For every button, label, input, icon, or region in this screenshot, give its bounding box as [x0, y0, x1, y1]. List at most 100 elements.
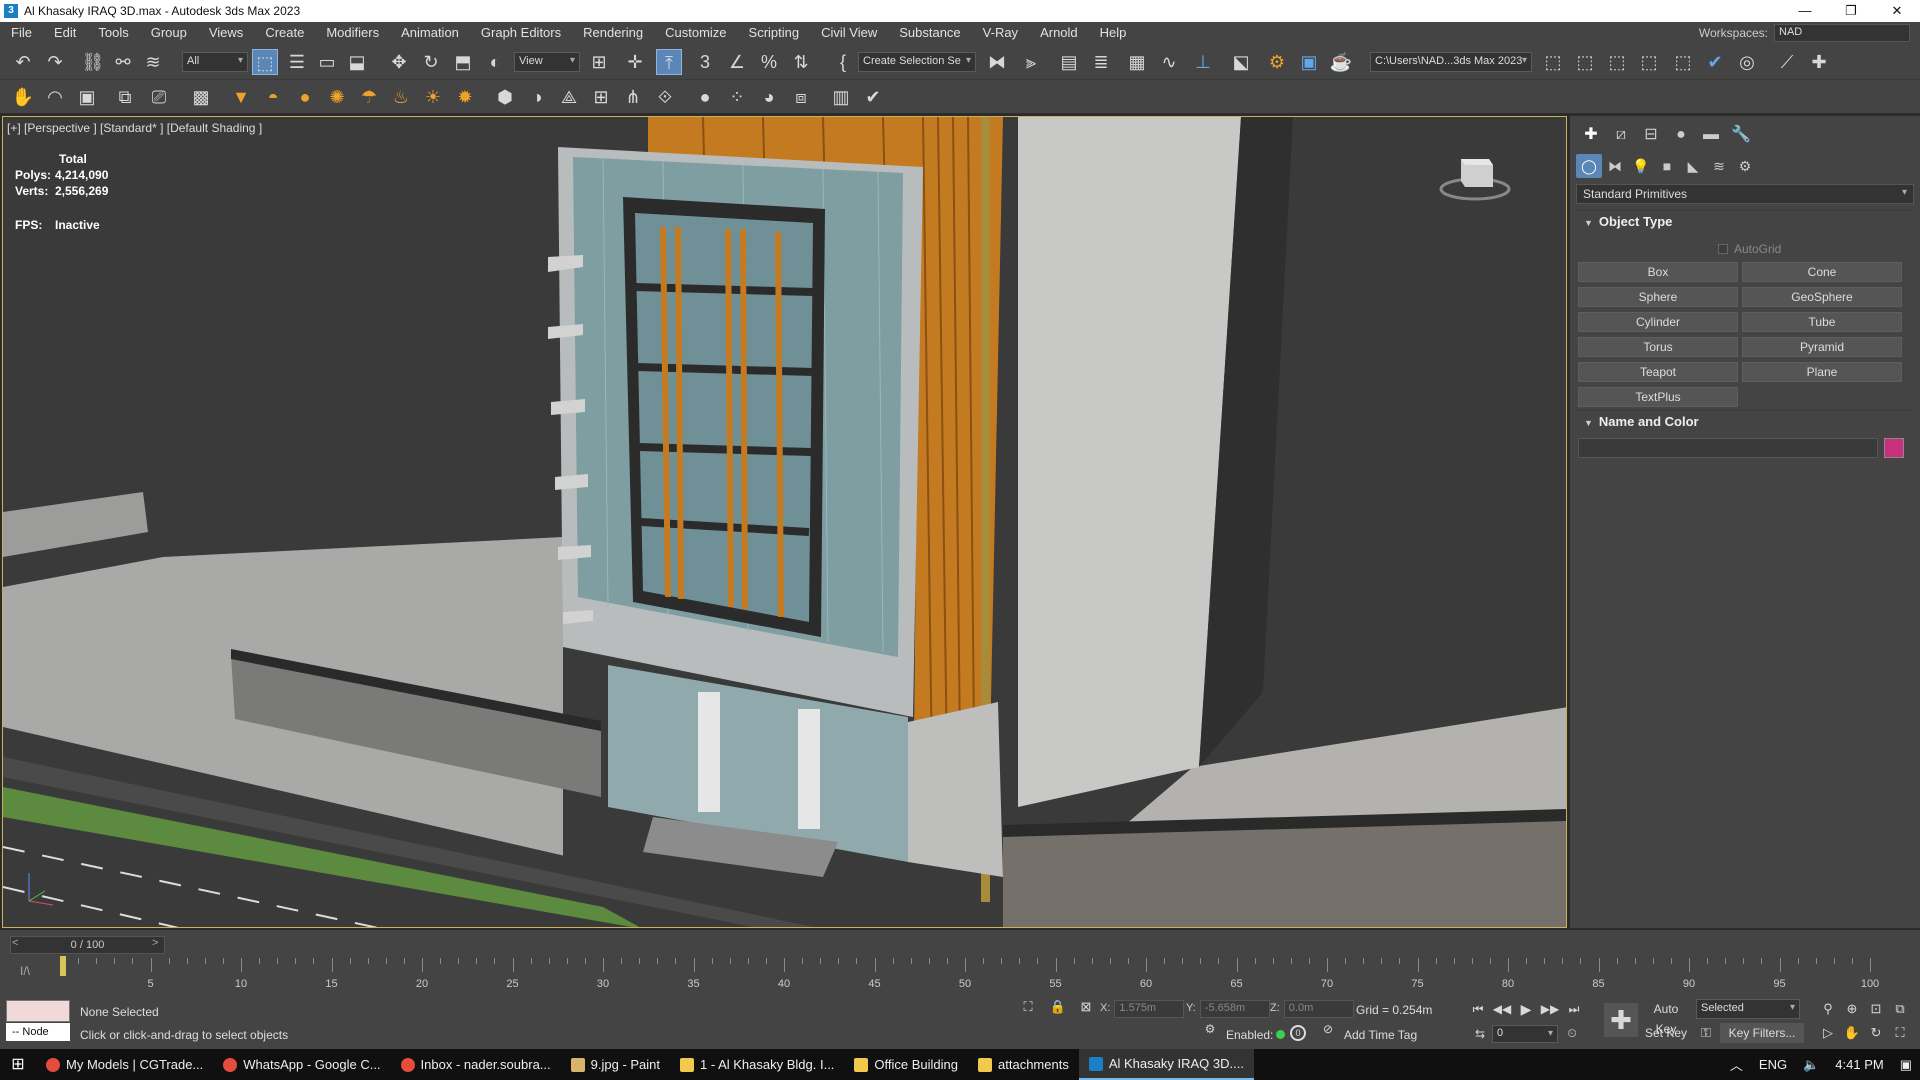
hierarchy-tab-icon[interactable]: ⊟	[1636, 122, 1666, 148]
selection-filter-dropdown[interactable]: All	[182, 52, 248, 72]
teapot-button[interactable]: Teapot	[1578, 362, 1738, 382]
material-library-icon[interactable]: ◕	[756, 84, 782, 110]
next-frame-icon[interactable]: ▶▶	[1540, 999, 1560, 1019]
menu-rendering[interactable]: Rendering	[572, 22, 654, 44]
object-name-input[interactable]	[1578, 438, 1878, 458]
lock-icon[interactable]: 🔒	[1048, 997, 1068, 1017]
light-icon[interactable]: ▼	[228, 84, 254, 110]
menu-scripting[interactable]: Scripting	[738, 22, 811, 44]
tool-d-icon[interactable]: ⬚	[1636, 49, 1662, 75]
redo-icon[interactable]: ↷	[42, 49, 68, 75]
torus-button[interactable]: Torus	[1578, 337, 1738, 357]
vray-fur-icon[interactable]: ⊞	[588, 84, 614, 110]
ambient-light-icon[interactable]: ✹	[452, 84, 478, 110]
textplus-button[interactable]: TextPlus	[1578, 387, 1738, 407]
rendered-frame-icon[interactable]: ▣	[1296, 49, 1322, 75]
maxscript-listener[interactable]	[6, 1000, 70, 1022]
link-icon[interactable]: ⛓	[80, 49, 106, 75]
tool-e-icon[interactable]: ⬚	[1670, 49, 1696, 75]
angle-snap-icon[interactable]: ∠	[724, 49, 750, 75]
key-mode-icon[interactable]: I/\	[20, 964, 30, 978]
cone-button[interactable]: Cone	[1742, 262, 1902, 282]
slider-prev-icon[interactable]: <	[12, 937, 18, 949]
zoom-icon[interactable]: ⚲	[1818, 999, 1838, 1019]
spacewarps-icon[interactable]: ≋	[1706, 154, 1732, 178]
sphere-light-icon[interactable]: ●	[292, 84, 318, 110]
z-field[interactable]: 0.0m	[1283, 1000, 1354, 1018]
menu-civil-view[interactable]: Civil View	[810, 22, 888, 44]
mirror-icon[interactable]: ⧓	[984, 49, 1010, 75]
menu-tools[interactable]: Tools	[87, 22, 139, 44]
menu-edit[interactable]: Edit	[43, 22, 87, 44]
select-by-name-icon[interactable]: ☰	[284, 49, 310, 75]
time-slider[interactable]: 0 / 100	[10, 936, 165, 954]
object-color-swatch[interactable]	[1884, 438, 1904, 458]
autogrid-checkbox[interactable]: AutoGrid	[1718, 242, 1781, 256]
menu-arnold[interactable]: Arnold	[1029, 22, 1089, 44]
taskbar-item-3dsmax[interactable]: Al Khasaky IRAQ 3D....	[1078, 1049, 1254, 1080]
language-indicator[interactable]: ENG	[1751, 1057, 1795, 1072]
hand-icon[interactable]: ✋	[10, 84, 36, 110]
spot-light-icon[interactable]: ☂	[356, 84, 382, 110]
menu-group[interactable]: Group	[140, 22, 198, 44]
speaker-icon[interactable]: 🔈	[1795, 1057, 1827, 1073]
menu-vray[interactable]: V-Ray	[972, 22, 1029, 44]
tool-g-icon[interactable]: ⟋	[1774, 49, 1800, 75]
auto-key-button[interactable]: Auto Key	[1642, 999, 1690, 1036]
lights-icon[interactable]: 💡	[1628, 154, 1654, 178]
name-color-header[interactable]: ▼ Name and Color	[1576, 410, 1914, 432]
pivot-center-icon[interactable]: ⊞	[586, 49, 612, 75]
undo-icon[interactable]: ↶	[10, 49, 36, 75]
sphere-button[interactable]: Sphere	[1578, 287, 1738, 307]
object-type-header[interactable]: ▼ Object Type	[1576, 210, 1914, 232]
set-key-button[interactable]: Set Key	[1642, 1023, 1690, 1043]
layer-explorer-icon[interactable]: ≣	[1088, 49, 1114, 75]
pan-view-icon[interactable]: ✋	[1842, 1023, 1862, 1043]
move-icon[interactable]: ✥	[386, 49, 412, 75]
toggle-ribbon-icon[interactable]: ▦	[1124, 49, 1150, 75]
vray-grass-icon[interactable]: ⋔	[620, 84, 646, 110]
camera-icon[interactable]: ⎚	[146, 84, 172, 110]
geometry-icon[interactable]: ◯	[1576, 154, 1602, 178]
placement-icon[interactable]: ◐	[482, 49, 508, 75]
node-label[interactable]: -- Node	[6, 1023, 70, 1041]
taskbar-item-paint[interactable]: 9.jpg - Paint	[561, 1049, 670, 1080]
go-to-end-icon[interactable]: ⏭	[1564, 999, 1584, 1019]
plane-button[interactable]: Plane	[1742, 362, 1902, 382]
menu-substance[interactable]: Substance	[888, 22, 971, 44]
ies-light-icon[interactable]: ♨	[388, 84, 414, 110]
render-icon[interactable]: ☕	[1328, 49, 1354, 75]
material-browser-icon[interactable]: ⁘	[724, 84, 750, 110]
curve-editor-icon[interactable]: ∿	[1156, 49, 1182, 75]
menu-graph-editors[interactable]: Graph Editors	[470, 22, 572, 44]
copy-icon[interactable]: ⧉	[112, 84, 138, 110]
tool-a-icon[interactable]: ⬚	[1540, 49, 1566, 75]
tool-c-icon[interactable]: ⬚	[1604, 49, 1630, 75]
mesh-light-icon[interactable]: ✺	[324, 84, 350, 110]
cylinder-button[interactable]: Cylinder	[1578, 312, 1738, 332]
taskbar-item-inbox[interactable]: Inbox - nader.soubra...	[391, 1049, 561, 1080]
project-folder-dropdown[interactable]: C:\Users\NAD...3ds Max 2023	[1370, 52, 1532, 72]
vray-clipper-icon[interactable]: ⟐	[652, 84, 678, 110]
isolate-icon[interactable]: ⛶	[1018, 997, 1038, 1017]
time-tag-icon[interactable]: ⊘	[1318, 1019, 1338, 1039]
taskbar-item-whatsapp[interactable]: WhatsApp - Google C...	[213, 1049, 390, 1080]
current-frame-field[interactable]: 0	[1492, 1025, 1558, 1043]
unlink-icon[interactable]: ⚯	[110, 49, 136, 75]
y-field[interactable]: -5.658m	[1199, 1000, 1270, 1018]
percent-snap-icon[interactable]: %	[756, 49, 782, 75]
keyboard-shortcut-override-icon[interactable]: ⤒	[656, 49, 682, 75]
dome-light-icon[interactable]: ◓	[260, 84, 286, 110]
zoom-all-icon[interactable]: ⊕	[1842, 999, 1862, 1019]
tool-b-icon[interactable]: ⬚	[1572, 49, 1598, 75]
zoom-extents-all-icon[interactable]: ⧉	[1890, 999, 1910, 1019]
orbit-view-icon[interactable]: ↻	[1866, 1023, 1886, 1043]
menu-create[interactable]: Create	[254, 22, 315, 44]
enabled-indicator-icon[interactable]	[1276, 1030, 1285, 1039]
helpers-icon[interactable]: ◣	[1680, 154, 1706, 178]
vray-sphere-icon[interactable]: ◑	[524, 84, 550, 110]
taskbar-item-attachments[interactable]: attachments	[968, 1049, 1079, 1080]
previous-frame-icon[interactable]: ◀◀	[1492, 999, 1512, 1019]
add-time-tag[interactable]: Add Time Tag	[1344, 1028, 1417, 1042]
taskbar-item-chrome-cgtrader[interactable]: My Models | CGTrade...	[36, 1049, 213, 1080]
